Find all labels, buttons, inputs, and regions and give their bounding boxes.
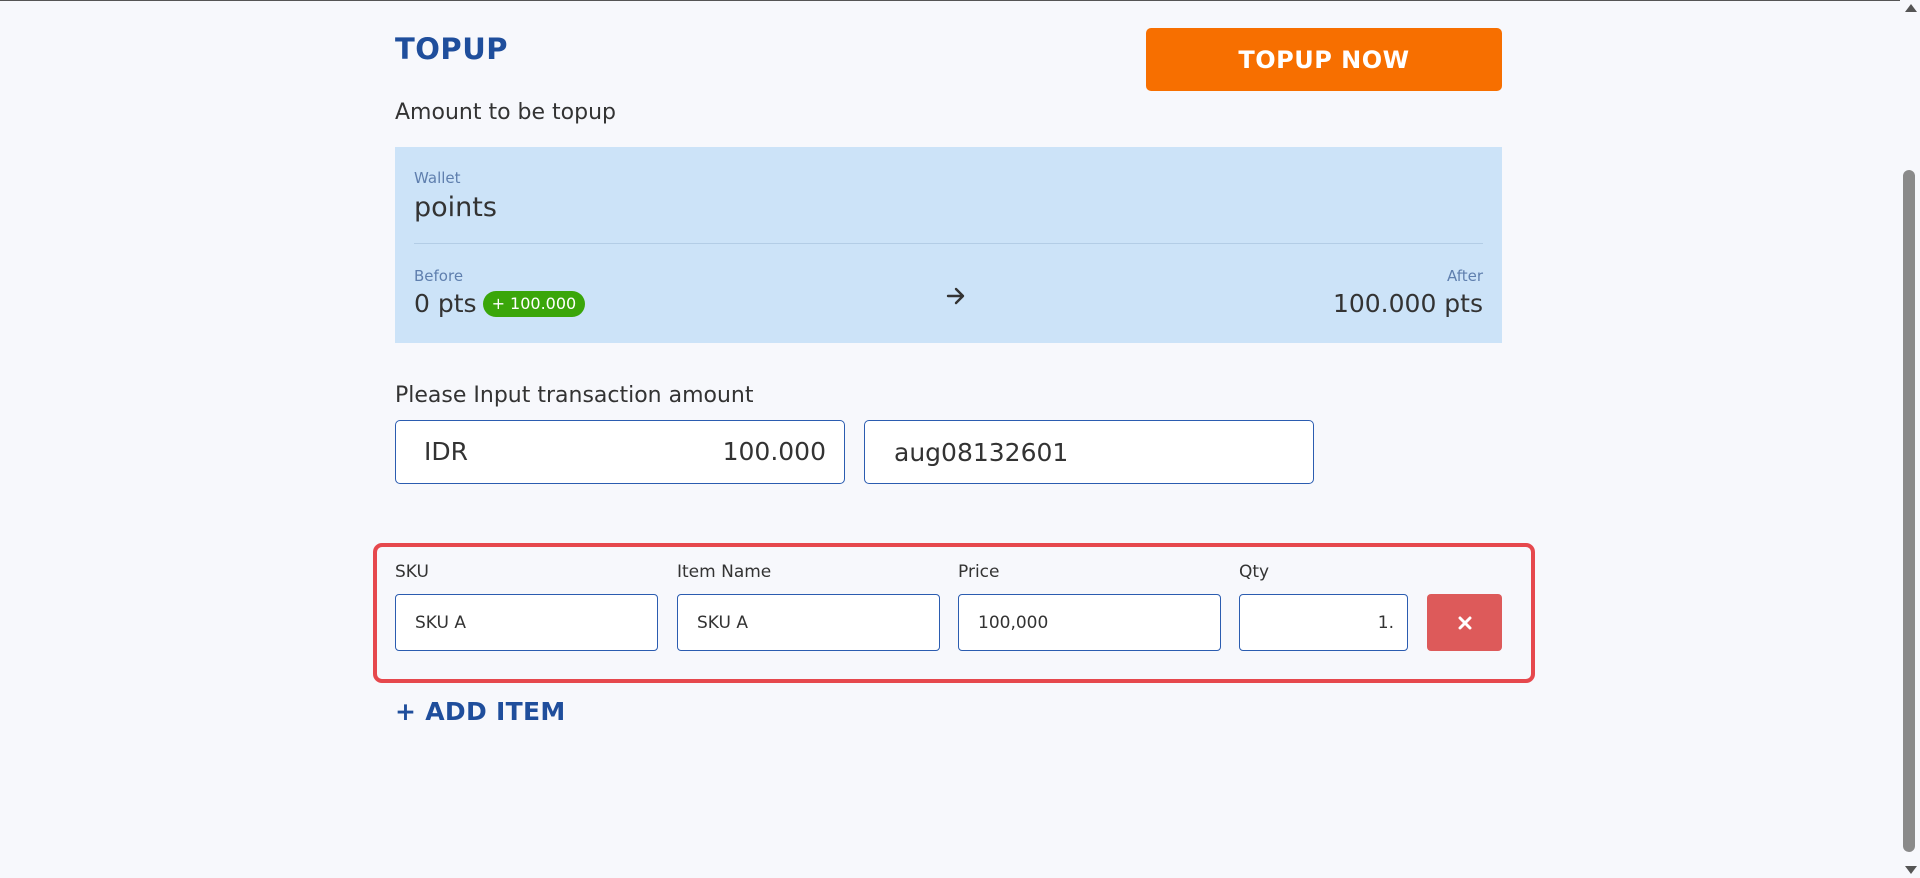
wallet-name: points — [414, 192, 497, 223]
transaction-amount-label: Please Input transaction amount — [395, 383, 754, 408]
before-caption: Before — [414, 267, 464, 285]
before-value: 0 pts — [414, 289, 477, 318]
scroll-up-arrow-icon[interactable] — [1905, 4, 1917, 12]
sku-input[interactable] — [395, 594, 658, 651]
after-caption: After — [1446, 267, 1483, 285]
scrollbar-thumb[interactable] — [1903, 170, 1915, 852]
remove-item-button[interactable] — [1427, 594, 1502, 651]
after-balance: 100.000 pts — [1332, 289, 1483, 318]
topup-page: TOPUP TOPUP NOW Amount to be topup Walle… — [0, 0, 1920, 878]
topup-delta-badge: + 100.000 — [482, 290, 586, 317]
arrow-right-icon — [946, 287, 965, 305]
amount-label: Amount to be topup — [395, 100, 616, 125]
sku-column-label: SKU — [395, 562, 429, 582]
price-column-label: Price — [958, 562, 1000, 582]
add-item-link[interactable]: + ADD ITEM — [395, 697, 566, 726]
transaction-amount-field[interactable]: IDR — [395, 420, 845, 484]
page-title: TOPUP — [395, 32, 508, 66]
wallet-summary-card: Wallet points Before 0 pts + 100.000 Aft… — [395, 147, 1502, 343]
wallet-divider — [414, 243, 1483, 244]
transaction-reference-input[interactable] — [864, 420, 1314, 484]
qty-input[interactable] — [1239, 594, 1408, 651]
wallet-caption: Wallet — [414, 169, 461, 187]
scroll-down-arrow-icon[interactable] — [1905, 866, 1917, 874]
qty-column-label: Qty — [1239, 562, 1270, 582]
item-name-column-label: Item Name — [677, 562, 772, 582]
currency-label: IDR — [424, 437, 468, 466]
before-balance: 0 pts + 100.000 — [414, 289, 586, 318]
price-input[interactable] — [958, 594, 1221, 651]
close-icon — [1458, 616, 1471, 629]
transaction-amount-input[interactable] — [526, 431, 826, 471]
topup-now-button[interactable]: TOPUP NOW — [1146, 28, 1502, 91]
item-name-input[interactable] — [677, 594, 940, 651]
